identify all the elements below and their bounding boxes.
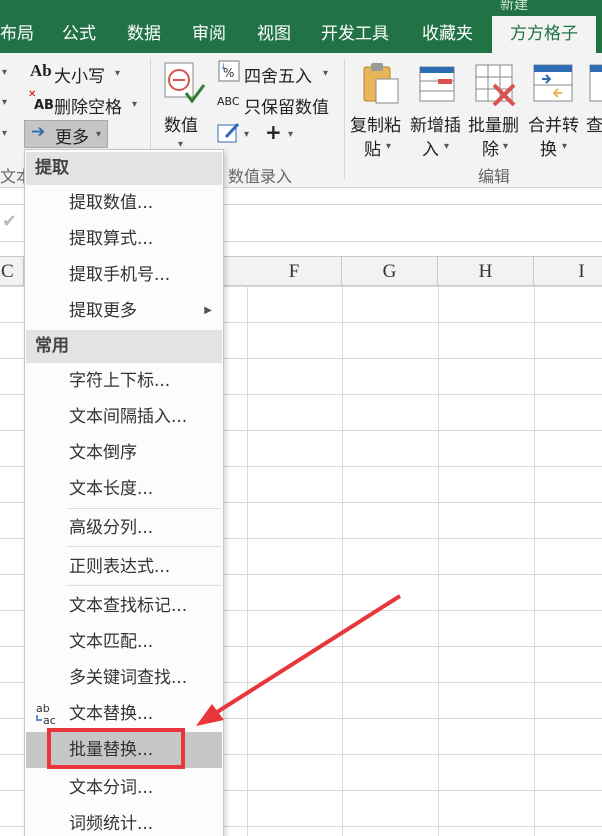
annotation-arrow (196, 594, 402, 726)
